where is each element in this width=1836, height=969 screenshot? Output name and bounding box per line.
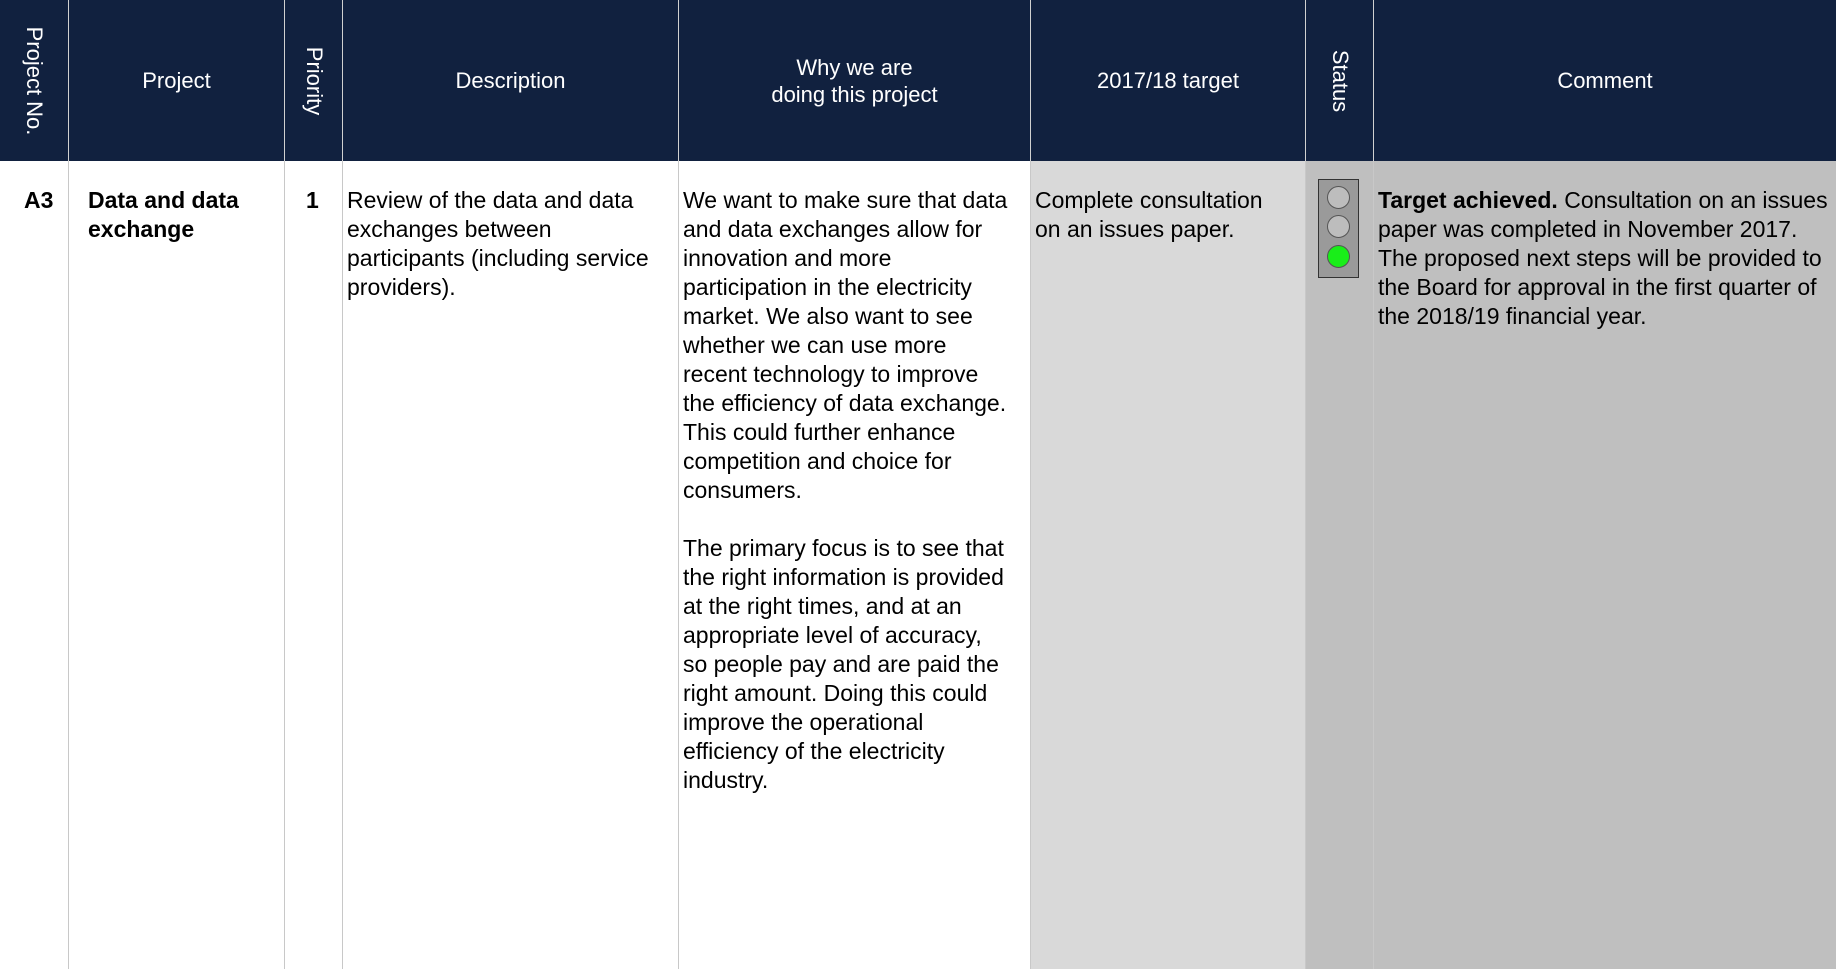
cell-comment: Target achieved. Consultation on an issu… [1374,161,1836,969]
header-divider [678,0,679,161]
header-divider [284,0,285,161]
header-status-label: Status [1327,49,1353,112]
header-description-label: Description [455,68,566,93]
cell-project-no: A3 [0,161,68,969]
column-divider [68,161,69,969]
header-divider [1373,0,1374,161]
cell-project: Data and data exchange [69,161,284,969]
header-status: Status [1306,0,1373,161]
cell-description: Review of the data and data exchanges be… [343,161,678,969]
why-paragraph-2: The primary focus is to see that the rig… [683,535,1004,793]
header-description: Description [343,0,678,161]
header-project-no-label: Project No. [22,26,47,135]
header-why-label: Why we are doing this project [771,54,938,107]
header-comment-label: Comment [1557,68,1653,93]
why-text: We want to make sure that data and data … [683,186,1008,795]
header-divider [68,0,69,161]
header-divider [342,0,343,161]
status-light-amber [1327,215,1350,238]
cell-status [1306,161,1373,969]
cell-priority: 1 [285,161,342,969]
header-comment: Comment [1374,0,1836,161]
description-text: Review of the data and data exchanges be… [347,187,649,300]
header-target: 2017/18 target [1031,0,1305,161]
comment-bold: Target achieved. [1378,187,1558,213]
header-why: Why we are doing this project [679,0,1030,161]
header-target-label: 2017/18 target [1097,68,1239,93]
why-paragraph-1: We want to make sure that data and data … [683,187,1008,503]
header-project-no: Project No. [0,0,68,161]
header-priority: Priority [285,0,342,161]
column-divider [1305,161,1306,969]
cell-target: Complete consultation on an issues paper… [1031,161,1305,969]
status-light-red [1327,186,1350,209]
column-divider [284,161,285,969]
header-divider [1030,0,1031,161]
project-name: Data and data exchange [88,187,239,242]
header-divider [1305,0,1306,161]
project-no-value: A3 [24,187,54,213]
target-text: Complete consultation on an issues paper… [1035,187,1263,242]
header-priority-label: Priority [301,46,327,115]
column-divider [1373,161,1374,969]
column-divider [1030,161,1031,969]
comment-text: Target achieved. Consultation on an issu… [1378,186,1828,331]
project-table: Project No. Project Priority Description… [0,0,1836,969]
cell-why: We want to make sure that data and data … [679,161,1030,969]
header-project: Project [69,0,284,161]
column-divider [342,161,343,969]
column-divider [678,161,679,969]
status-light-green [1327,245,1350,268]
priority-value: 1 [306,187,319,213]
header-project-label: Project [142,68,211,93]
